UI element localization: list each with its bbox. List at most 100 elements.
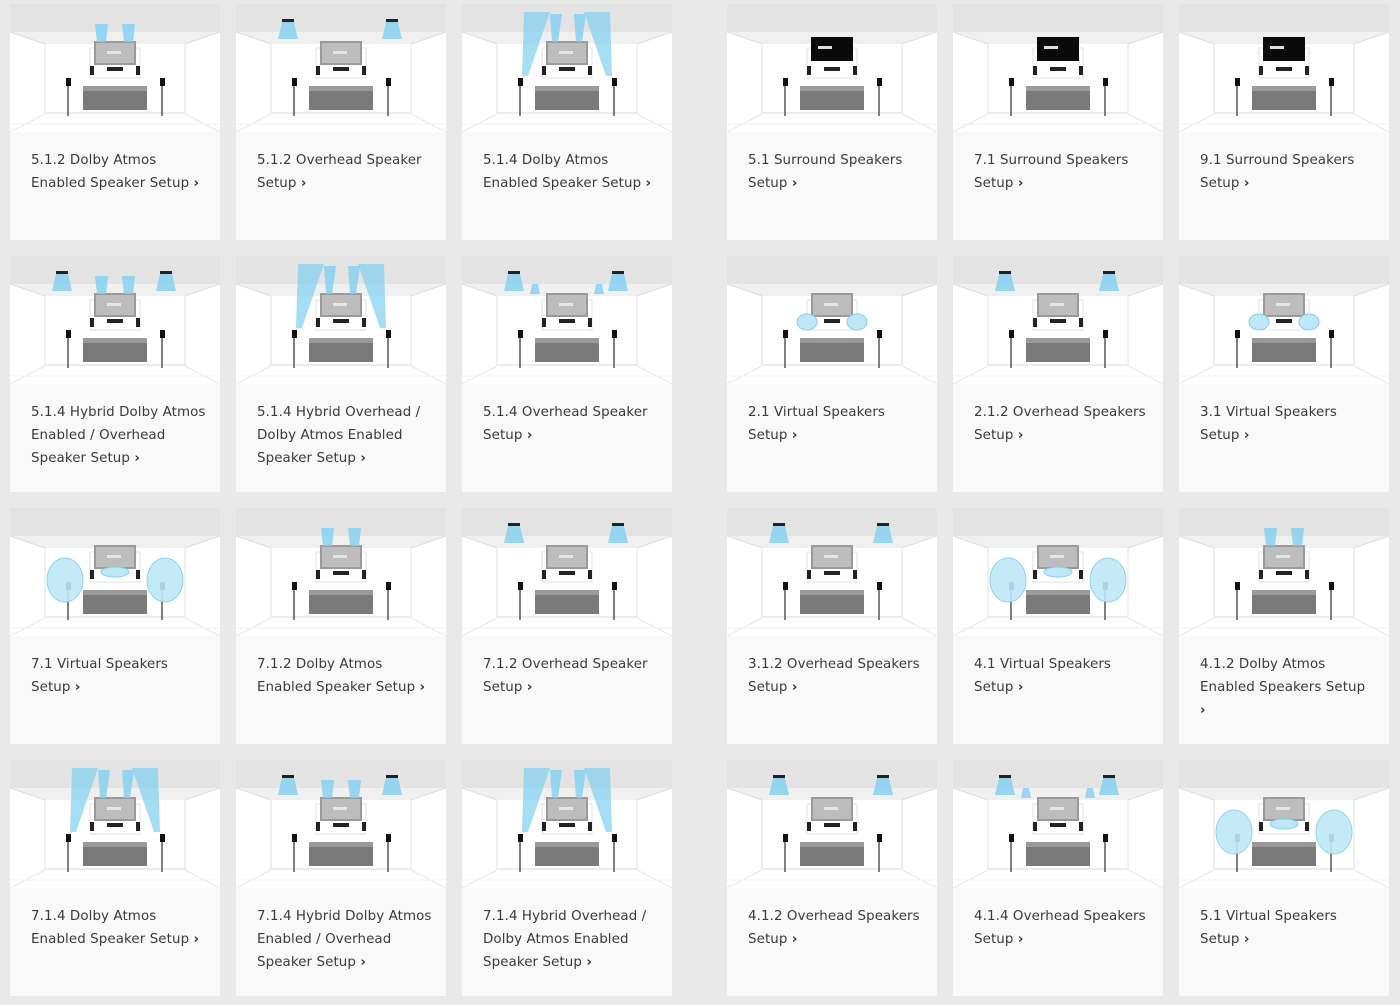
speaker-setup-link[interactable]: 9.1 Surround Speakers Setup › bbox=[1200, 149, 1375, 195]
speaker-setup-link[interactable]: 5.1.4 Hybrid Dolby Atmos Enabled / Overh… bbox=[31, 401, 206, 470]
speaker-setup-card[interactable]: 7.1.4 Hybrid Overhead / Dolby Atmos Enab… bbox=[462, 760, 672, 996]
speaker-setup-card[interactable]: 4.1 Virtual Speakers Setup › bbox=[953, 508, 1163, 744]
chevron-right-icon: › bbox=[1017, 428, 1024, 443]
chevron-right-icon: › bbox=[360, 451, 366, 466]
chevron-right-icon: › bbox=[1017, 932, 1024, 947]
speaker-setup-link[interactable]: 5.1.4 Overhead Speaker Setup › bbox=[483, 401, 658, 447]
chevron-right-icon: › bbox=[300, 176, 307, 191]
speaker-setup-card[interactable]: 2.1.2 Overhead Speakers Setup › bbox=[953, 256, 1163, 492]
speaker-setup-illustration bbox=[1179, 508, 1389, 636]
speaker-setup-card[interactable]: 2.1 Virtual Speakers Setup › bbox=[727, 256, 937, 492]
chevron-right-icon: › bbox=[193, 176, 200, 191]
speaker-setup-illustration bbox=[236, 760, 446, 888]
speaker-setup-link[interactable]: 4.1.2 Dolby Atmos Enabled Speakers Setup… bbox=[1200, 653, 1375, 722]
speaker-setup-illustration bbox=[10, 256, 220, 384]
speaker-setup-card[interactable]: 7.1 Virtual Speakers Setup › bbox=[10, 508, 220, 744]
speaker-setup-link[interactable]: 2.1 Virtual Speakers Setup › bbox=[748, 401, 923, 447]
speaker-setup-link[interactable]: 7.1 Surround Speakers Setup › bbox=[974, 149, 1149, 195]
speaker-setup-link[interactable]: 4.1.4 Overhead Speakers Setup › bbox=[974, 905, 1149, 951]
speaker-setup-card[interactable]: 4.1.4 Overhead Speakers Setup › bbox=[953, 760, 1163, 996]
speaker-setup-link[interactable]: 7.1.4 Hybrid Overhead / Dolby Atmos Enab… bbox=[483, 905, 658, 974]
speaker-setup-title: 7.1.2 Dolby Atmos Enabled Speaker Setup bbox=[257, 657, 416, 695]
chevron-right-icon: › bbox=[193, 932, 200, 947]
speaker-setup-card[interactable]: 4.1.2 Overhead Speakers Setup › bbox=[727, 760, 937, 996]
speaker-setup-title: 4.1.4 Overhead Speakers Setup bbox=[974, 909, 1146, 947]
speaker-setup-title: 4.1.2 Overhead Speakers Setup bbox=[748, 909, 920, 947]
speaker-setup-card[interactable]: 7.1.2 Dolby Atmos Enabled Speaker Setup … bbox=[236, 508, 446, 744]
speaker-setup-illustration bbox=[953, 760, 1163, 888]
speaker-setup-link[interactable]: 4.1 Virtual Speakers Setup › bbox=[974, 653, 1149, 699]
chevron-right-icon: › bbox=[134, 451, 140, 466]
speaker-setup-card[interactable]: 5.1.2 Overhead Speaker Setup › bbox=[236, 4, 446, 240]
speaker-setup-card[interactable]: 5.1.4 Hybrid Overhead / Dolby Atmos Enab… bbox=[236, 256, 446, 492]
speaker-setup-card[interactable]: 7.1.4 Dolby Atmos Enabled Speaker Setup … bbox=[10, 760, 220, 996]
right-card-grid: 5.1 Surround Speakers Setup › 7.1 Surroun… bbox=[727, 4, 1389, 996]
speaker-setup-illustration bbox=[462, 508, 672, 636]
speaker-setup-card[interactable]: 5.1 Surround Speakers Setup › bbox=[727, 4, 937, 240]
speaker-setup-card[interactable]: 3.1.2 Overhead Speakers Setup › bbox=[727, 508, 937, 744]
speaker-setup-link[interactable]: 7.1.4 Hybrid Dolby Atmos Enabled / Overh… bbox=[257, 905, 432, 974]
speaker-setup-illustration bbox=[727, 760, 937, 888]
speaker-setup-illustration bbox=[462, 4, 672, 132]
speaker-setup-link[interactable]: 5.1 Surround Speakers Setup › bbox=[748, 149, 923, 195]
speaker-setup-link[interactable]: 3.1.2 Overhead Speakers Setup › bbox=[748, 653, 923, 699]
chevron-right-icon: › bbox=[791, 680, 798, 695]
speaker-setup-card[interactable]: 5.1.2 Dolby Atmos Enabled Speaker Setup … bbox=[10, 4, 220, 240]
speaker-setup-card[interactable]: 5.1 Virtual Speakers Setup › bbox=[1179, 760, 1389, 996]
speaker-setup-title: 5.1.4 Overhead Speaker Setup bbox=[483, 405, 648, 443]
chevron-right-icon: › bbox=[1017, 680, 1024, 695]
speaker-setup-link[interactable]: 4.1.2 Overhead Speakers Setup › bbox=[748, 905, 923, 951]
speaker-setup-title: 7.1 Virtual Speakers Setup bbox=[31, 657, 169, 695]
speaker-setup-link[interactable]: 7.1.4 Dolby Atmos Enabled Speaker Setup … bbox=[31, 905, 206, 951]
speaker-setup-illustration bbox=[236, 256, 446, 384]
chevron-right-icon: › bbox=[360, 955, 366, 970]
speaker-setup-link[interactable]: 7.1.2 Dolby Atmos Enabled Speaker Setup … bbox=[257, 653, 432, 699]
speaker-setup-title: 7.1.4 Dolby Atmos Enabled Speaker Setup bbox=[31, 909, 190, 947]
speaker-setup-illustration bbox=[727, 256, 937, 384]
chevron-right-icon: › bbox=[526, 428, 533, 443]
chevron-right-icon: › bbox=[1243, 428, 1250, 443]
speaker-setup-card[interactable]: 5.1.4 Hybrid Dolby Atmos Enabled / Overh… bbox=[10, 256, 220, 492]
speaker-setup-link[interactable]: 5.1 Virtual Speakers Setup › bbox=[1200, 905, 1375, 951]
speaker-setup-title: 3.1 Virtual Speakers Setup bbox=[1200, 405, 1338, 443]
speaker-setup-link[interactable]: 7.1.2 Overhead Speaker Setup › bbox=[483, 653, 658, 699]
speaker-setup-link[interactable]: 3.1 Virtual Speakers Setup › bbox=[1200, 401, 1375, 447]
speaker-setup-link[interactable]: 2.1.2 Overhead Speakers Setup › bbox=[974, 401, 1149, 447]
speaker-setup-title: 5.1 Surround Speakers Setup bbox=[748, 153, 903, 191]
speaker-setup-illustration bbox=[1179, 256, 1389, 384]
chevron-right-icon: › bbox=[1017, 176, 1024, 191]
left-card-grid: 5.1.2 Dolby Atmos Enabled Speaker Setup … bbox=[10, 4, 672, 996]
chevron-right-icon: › bbox=[419, 680, 426, 695]
speaker-setup-card[interactable]: 3.1 Virtual Speakers Setup › bbox=[1179, 256, 1389, 492]
speaker-setup-title: 4.1 Virtual Speakers Setup bbox=[974, 657, 1112, 695]
speaker-setup-card[interactable]: 7.1.4 Hybrid Dolby Atmos Enabled / Overh… bbox=[236, 760, 446, 996]
speaker-setup-title: 7.1.4 Hybrid Overhead / Dolby Atmos Enab… bbox=[483, 909, 647, 970]
speaker-setup-link[interactable]: 7.1 Virtual Speakers Setup › bbox=[31, 653, 206, 699]
speaker-setup-illustration bbox=[953, 256, 1163, 384]
speaker-setup-title: 7.1.4 Hybrid Dolby Atmos Enabled / Overh… bbox=[257, 909, 432, 970]
speaker-setup-illustration bbox=[462, 256, 672, 384]
speaker-setup-illustration bbox=[10, 4, 220, 132]
speaker-setup-title: 2.1 Virtual Speakers Setup bbox=[748, 405, 886, 443]
speaker-setup-card[interactable]: 9.1 Surround Speakers Setup › bbox=[1179, 4, 1389, 240]
speaker-setup-card[interactable]: 5.1.4 Dolby Atmos Enabled Speaker Setup … bbox=[462, 4, 672, 240]
chevron-right-icon: › bbox=[1200, 703, 1206, 718]
speaker-setup-title: 5.1.2 Dolby Atmos Enabled Speaker Setup bbox=[31, 153, 190, 191]
speaker-setup-card[interactable]: 7.1.2 Overhead Speaker Setup › bbox=[462, 508, 672, 744]
speaker-setup-link[interactable]: 5.1.4 Hybrid Overhead / Dolby Atmos Enab… bbox=[257, 401, 432, 470]
speaker-setup-title: 7.1.2 Overhead Speaker Setup bbox=[483, 657, 648, 695]
chevron-right-icon: › bbox=[1243, 176, 1250, 191]
speaker-setup-card[interactable]: 7.1 Surround Speakers Setup › bbox=[953, 4, 1163, 240]
speaker-setup-illustration bbox=[236, 4, 446, 132]
speaker-setup-illustration bbox=[1179, 4, 1389, 132]
speaker-setup-link[interactable]: 5.1.2 Overhead Speaker Setup › bbox=[257, 149, 432, 195]
chevron-right-icon: › bbox=[791, 176, 798, 191]
speaker-setup-title: 2.1.2 Overhead Speakers Setup bbox=[974, 405, 1146, 443]
speaker-setup-card[interactable]: 5.1.4 Overhead Speaker Setup › bbox=[462, 256, 672, 492]
speaker-setup-title: 5.1.4 Dolby Atmos Enabled Speaker Setup bbox=[483, 153, 642, 191]
speaker-setup-illustration bbox=[10, 508, 220, 636]
speaker-setup-link[interactable]: 5.1.4 Dolby Atmos Enabled Speaker Setup … bbox=[483, 149, 658, 195]
speaker-setup-card[interactable]: 4.1.2 Dolby Atmos Enabled Speakers Setup… bbox=[1179, 508, 1389, 744]
speaker-setup-illustration bbox=[953, 4, 1163, 132]
speaker-setup-link[interactable]: 5.1.2 Dolby Atmos Enabled Speaker Setup … bbox=[31, 149, 206, 195]
